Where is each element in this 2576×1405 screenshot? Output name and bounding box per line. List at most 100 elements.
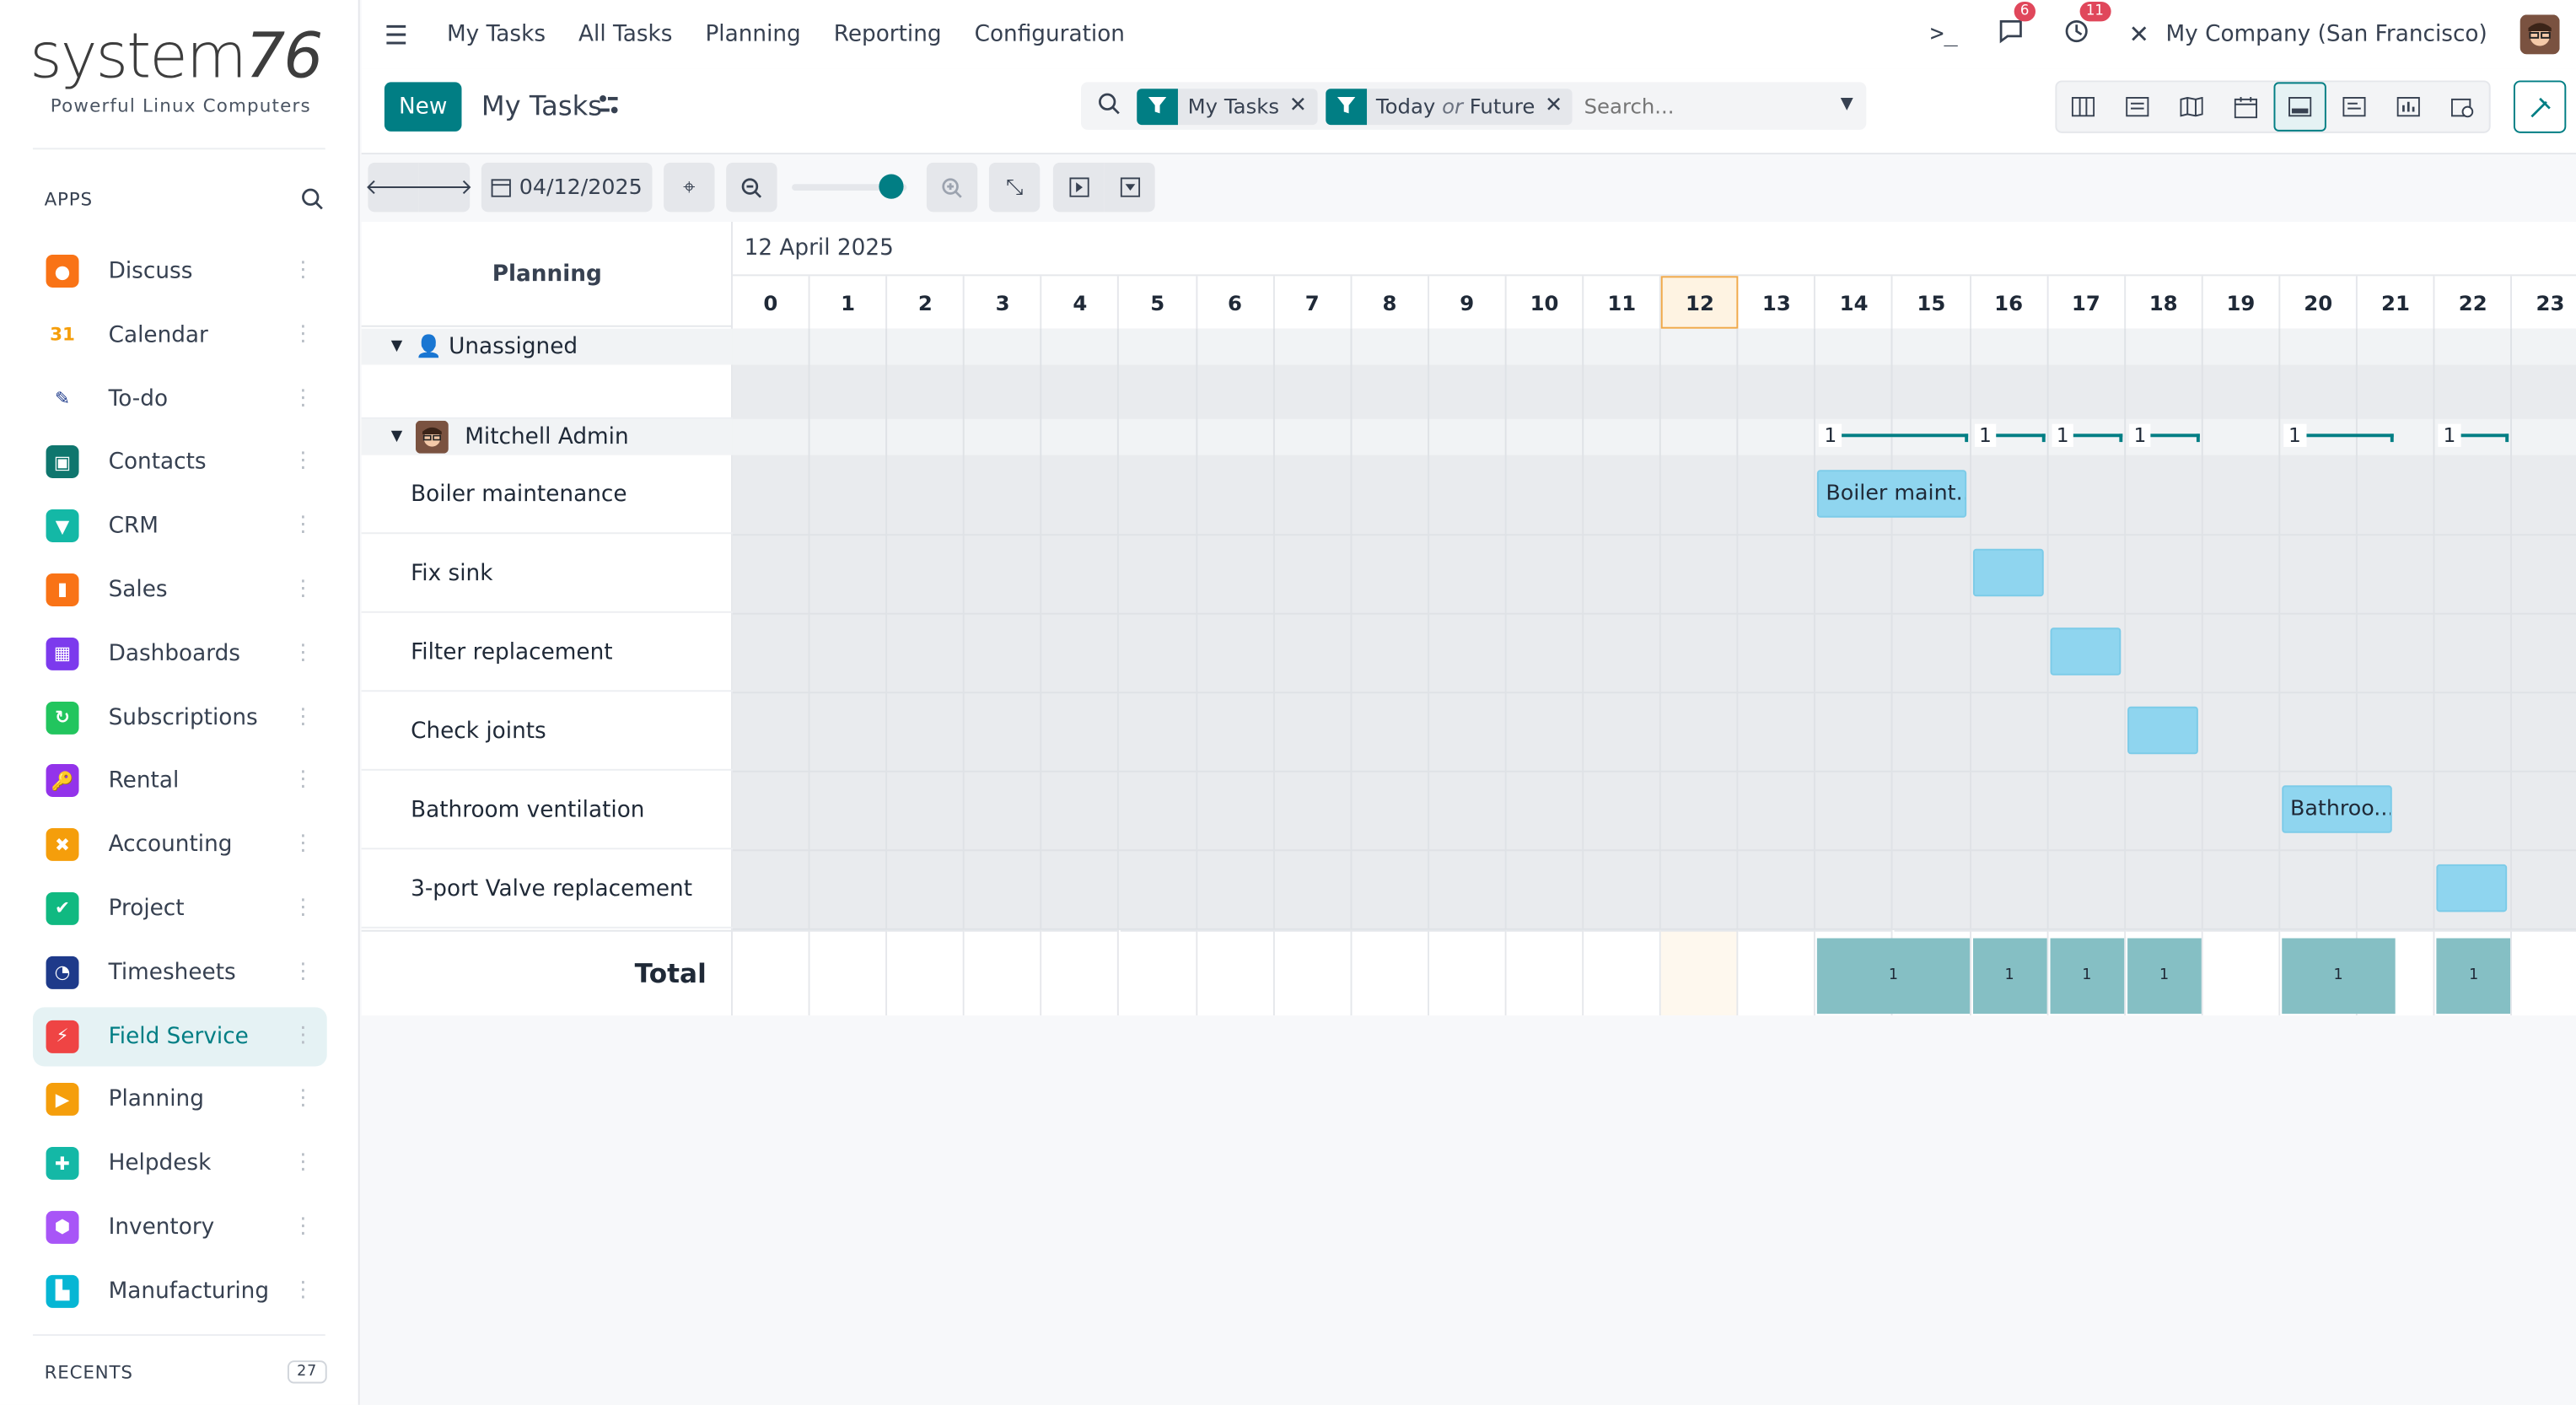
collapse-rows-icon[interactable]: ⤡	[988, 162, 1041, 213]
timeline-view-icon[interactable]	[2435, 82, 2489, 131]
sidebar: system 76 Powerful Linux Computers APPS ●…	[0, 0, 360, 1405]
recents-header[interactable]: RECENTS 27	[45, 1360, 327, 1384]
more-options-icon[interactable]: ⋮	[293, 1087, 314, 1113]
more-options-icon[interactable]: ⋮	[293, 704, 314, 730]
sidebar-item-to-do[interactable]: ✎ To-do ⋮	[33, 369, 327, 428]
total-bar: 1	[2127, 938, 2202, 1015]
gantt-toolbar: 🡐 🡒 04/12/2025 ⌖ ⤡	[361, 154, 2576, 221]
sidebar-item-manufacturing[interactable]: ▙ Manufacturing ⋮	[33, 1262, 327, 1321]
sidebar-item-project[interactable]: ✔ Project ⋮	[33, 879, 327, 938]
more-options-icon[interactable]: ⋮	[293, 768, 314, 794]
total-cell	[1428, 929, 1507, 1016]
task-pill[interactable]: Bathroo...	[2282, 785, 2392, 833]
day-column-line	[1661, 328, 1739, 930]
zoom-slider-handle[interactable]	[878, 174, 903, 199]
menu-all-tasks[interactable]: All Tasks	[578, 21, 672, 47]
task-pill[interactable]	[2436, 864, 2508, 912]
more-options-icon[interactable]: ⋮	[293, 577, 314, 603]
more-options-icon[interactable]: ⋮	[293, 832, 314, 858]
company-logo[interactable]: system 76 Powerful Linux Computers	[30, 19, 331, 116]
search-dropdown-toggle-icon[interactable]: ▼	[1841, 95, 1853, 113]
menu-planning[interactable]: Planning	[705, 21, 800, 47]
menu-configuration[interactable]: Configuration	[975, 21, 1125, 47]
sidebar-item-inventory[interactable]: ⬢ Inventory ⋮	[33, 1198, 327, 1257]
map-pin-settings-icon[interactable]	[2513, 80, 2567, 133]
sidebar-item-contacts[interactable]: ▣ Contacts ⋮	[33, 433, 327, 492]
remove-facet-icon[interactable]: ✕	[1545, 94, 1573, 118]
terminal-icon[interactable]: >_	[1930, 21, 1958, 47]
day-column-line	[1739, 328, 1816, 930]
sidebar-item-discuss[interactable]: ● Discuss ⋮	[33, 241, 327, 300]
more-options-icon[interactable]: ⋮	[293, 449, 314, 476]
messages-icon[interactable]: 6	[1998, 1, 2036, 51]
activities-clock-icon[interactable]: 11	[2063, 1, 2111, 51]
sidebar-item-timesheets[interactable]: ◔ Timesheets ⋮	[33, 943, 327, 1002]
sidebar-item-dashboards[interactable]: ▦ Dashboards ⋮	[33, 624, 327, 683]
new-button[interactable]: New	[384, 82, 462, 132]
activity-view-icon[interactable]	[2327, 82, 2381, 131]
total-cell	[1274, 929, 1353, 1016]
tools-icon[interactable]: ✕	[2128, 19, 2149, 49]
task-pill[interactable]: Boiler maint...	[1817, 470, 1966, 518]
more-options-icon[interactable]: ⋮	[293, 896, 314, 922]
hamburger-menu-icon[interactable]: ☰	[385, 19, 411, 50]
task-pill[interactable]	[1972, 548, 2044, 597]
sidebar-item-calendar[interactable]: 31 Calendar ⋮	[33, 305, 327, 364]
calendar-view-icon[interactable]	[2218, 82, 2272, 131]
sidebar-item-helpdesk[interactable]: ✚ Helpdesk ⋮	[33, 1134, 327, 1193]
more-options-icon[interactable]: ⋮	[293, 959, 314, 985]
day-header: 15	[1893, 276, 1971, 329]
focus-today-icon[interactable]: ⌖	[664, 162, 715, 213]
sidebar-item-accounting[interactable]: ✖ Accounting ⋮	[33, 816, 327, 875]
sidebar-item-subscriptions[interactable]: ↻ Subscriptions ⋮	[33, 688, 327, 747]
more-options-icon[interactable]: ⋮	[293, 385, 314, 412]
list-view-icon[interactable]	[2111, 82, 2165, 131]
group-aggregate: 1	[2128, 423, 2203, 449]
search-bar[interactable]: My Tasks ✕ Today or Future ✕ ▼	[1081, 82, 1867, 130]
company-switcher[interactable]: My Company (San Francisco)	[2165, 21, 2487, 47]
zoom-in-icon[interactable]	[926, 162, 978, 213]
group-header-unassigned[interactable]: ▼ 👤 Unassigned	[361, 328, 733, 365]
graph-view-icon[interactable]	[2381, 82, 2435, 131]
next-arrow-icon[interactable]: 🡒	[416, 162, 473, 213]
menu-reporting[interactable]: Reporting	[834, 21, 942, 47]
sidebar-item-planning[interactable]: ▶ Planning ⋮	[33, 1070, 327, 1129]
expand-all-icon[interactable]	[1052, 162, 1105, 213]
more-options-icon[interactable]: ⋮	[293, 640, 314, 666]
menu-my-tasks[interactable]: My Tasks	[447, 21, 546, 47]
task-pill[interactable]	[2049, 627, 2121, 676]
sidebar-item-label: CRM	[108, 513, 159, 540]
more-options-icon[interactable]: ⋮	[293, 321, 314, 347]
sidebar-item-field-service[interactable]: ⚡ Field Service ⋮	[32, 1006, 327, 1066]
kanban-view-icon[interactable]	[2057, 82, 2111, 131]
more-options-icon[interactable]: ⋮	[293, 258, 314, 284]
more-options-icon[interactable]: ⋮	[293, 1023, 314, 1049]
zoom-out-icon[interactable]	[726, 162, 777, 213]
actions-gear-icon[interactable]	[598, 94, 619, 121]
date-picker-button[interactable]: 04/12/2025	[481, 162, 653, 213]
more-options-icon[interactable]: ⋮	[293, 1214, 314, 1241]
more-options-icon[interactable]: ⋮	[293, 1278, 314, 1304]
search-input[interactable]	[1580, 92, 1827, 121]
total-cell	[1506, 929, 1584, 1016]
filter-icon	[1325, 88, 1367, 125]
task-pill[interactable]	[2127, 706, 2198, 755]
gantt-view-icon[interactable]	[2272, 82, 2327, 132]
previous-arrow-icon[interactable]: 🡐	[365, 162, 422, 213]
more-options-icon[interactable]: ⋮	[293, 513, 314, 539]
calendar-icon	[491, 179, 511, 197]
sidebar-item-sales[interactable]: ▮ Sales ⋮	[33, 560, 327, 619]
search-icon[interactable]	[301, 187, 324, 210]
group-header-mitchell-admin[interactable]: ▼ Mitchell Admin	[361, 418, 733, 455]
search-icon[interactable]	[1081, 91, 1137, 121]
more-options-icon[interactable]: ⋮	[293, 1150, 314, 1176]
total-bar: 1	[2282, 938, 2395, 1015]
day-header: 22	[2435, 276, 2513, 329]
sidebar-item-crm[interactable]: ▼ CRM ⋮	[33, 497, 327, 556]
sidebar-item-rental[interactable]: 🔑 Rental ⋮	[33, 751, 327, 810]
remove-facet-icon[interactable]: ✕	[1289, 94, 1317, 118]
map-view-icon[interactable]	[2165, 82, 2218, 131]
user-avatar[interactable]	[2520, 14, 2560, 55]
total-cell	[887, 929, 965, 1016]
collapse-all-icon[interactable]	[1104, 162, 1155, 213]
